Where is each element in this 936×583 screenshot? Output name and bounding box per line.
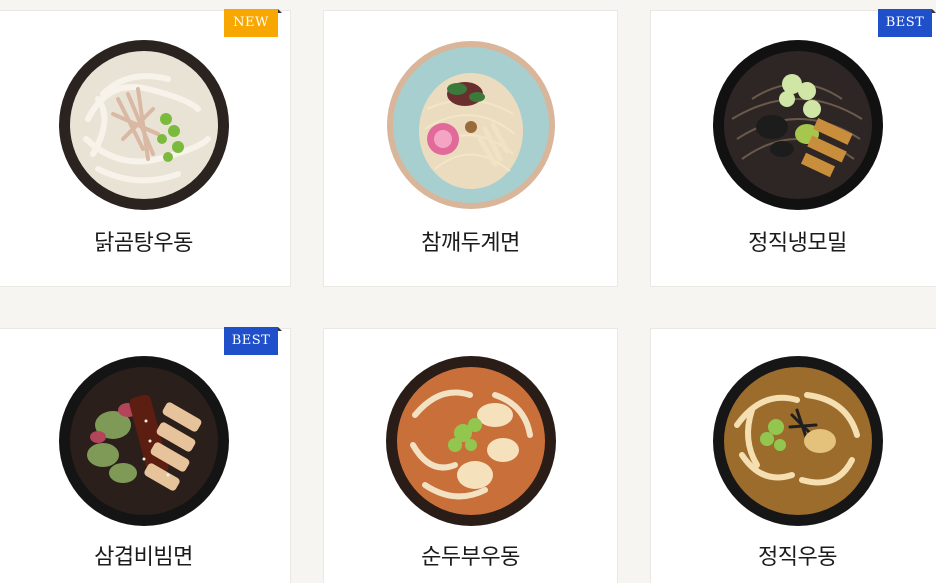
chicken-udon-bowl-icon [58,39,230,211]
menu-card-classic-udon[interactable]: 정직우동 [650,328,936,583]
best-badge: BEST [878,9,936,37]
dish-name: 닭곰탕우동 [94,231,193,256]
cold-soba-bowl-icon [712,39,884,211]
menu-card-cold-soba[interactable]: BEST 정직냉모밀 [650,9,936,287]
dish-name: 정직냉모밀 [748,231,847,256]
sesame-noodle-bowl-icon [385,39,557,211]
dish-name: 순두부우동 [421,545,520,570]
menu-card-pork-belly-bibim[interactable]: BEST 삼겹비빔면 [0,327,291,583]
dish-name: 삼겹비빔면 [94,545,193,570]
menu-card-soft-tofu-udon[interactable]: 순두부우동 [323,328,618,583]
menu-card-sesame-noodle[interactable]: 참깨두계면 [323,10,618,287]
pork-belly-bibim-bowl-icon [58,355,230,527]
menu-card-chicken-udon[interactable]: NEW 닭곰탕우동 [0,9,291,287]
new-badge: NEW [224,9,282,37]
dish-name: 참깨두계면 [421,231,520,256]
dish-name: 정직우동 [758,545,837,570]
best-badge: BEST [224,327,282,355]
menu-grid: NEW 닭곰탕우동 참깨두계면 BEST 정직냉모밀 BEST 삼겹비빔면 순두… [0,0,936,583]
classic-udon-bowl-icon [712,355,884,527]
soft-tofu-udon-bowl-icon [385,355,557,527]
